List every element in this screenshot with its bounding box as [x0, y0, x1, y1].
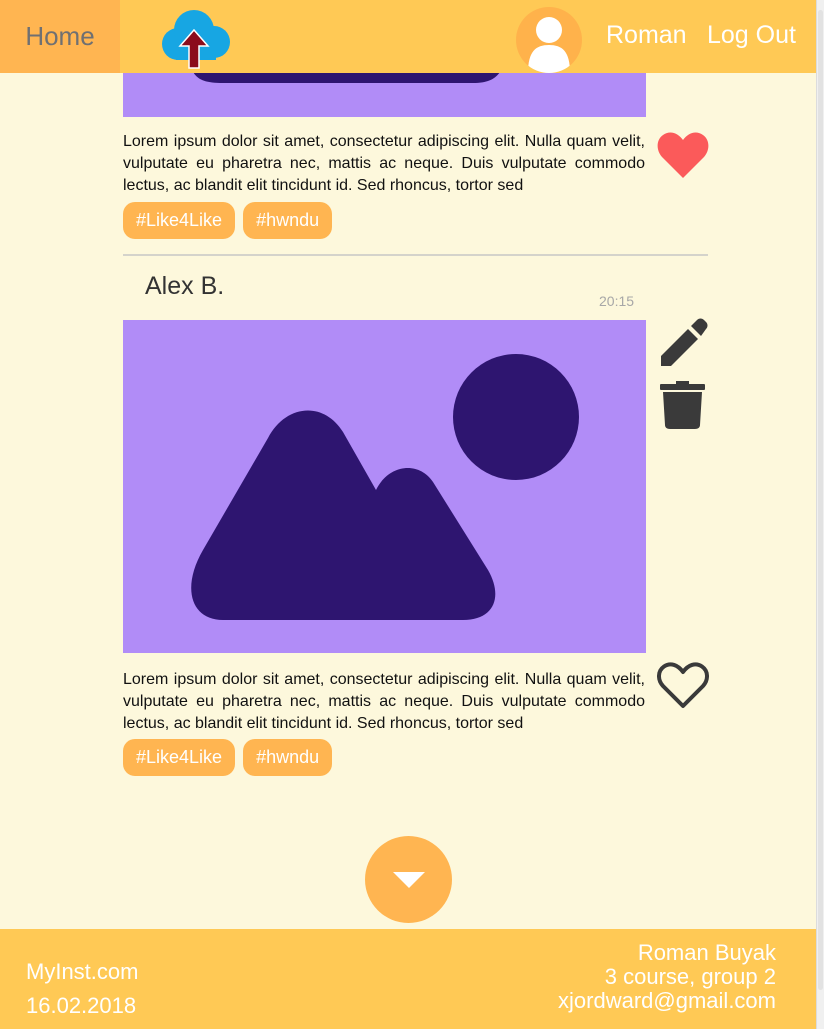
footer-date: 16.02.2018: [26, 993, 137, 1018]
footer-course: 3 course, group 2: [604, 964, 776, 989]
post-tags: #Like4Like #hwndu: [123, 202, 333, 239]
post-time: 20:15: [599, 293, 635, 309]
home-button[interactable]: Home: [0, 0, 120, 73]
post-tags: #Like4Like #hwndu: [123, 739, 333, 776]
heart-outline-icon[interactable]: [657, 662, 709, 710]
heart-filled-icon[interactable]: [657, 132, 709, 180]
chevron-down-icon: [392, 871, 425, 888]
image-placeholder-icon: [193, 73, 500, 83]
post-divider: [123, 254, 708, 256]
tag[interactable]: #hwndu: [243, 202, 333, 239]
cloud-upload-icon[interactable]: [156, 6, 236, 70]
logout-button[interactable]: Log Out: [707, 21, 796, 50]
load-more-button[interactable]: [365, 836, 452, 923]
tag[interactable]: #hwndu: [243, 739, 333, 776]
footer-contact: Roman Buyak 3 course, group 2 xjordward@…: [558, 941, 776, 1013]
post-description: Lorem ipsum dolor sit amet, consectetur …: [123, 671, 645, 732]
tag[interactable]: #Like4Like: [123, 202, 236, 239]
footer-author-name: Roman Buyak: [637, 940, 776, 965]
post-image[interactable]: [123, 73, 646, 117]
user-avatar[interactable]: [516, 7, 582, 73]
post-image[interactable]: [123, 320, 646, 653]
post-description: Lorem ipsum dolor sit amet, consectetur …: [123, 133, 645, 194]
page-scrollbar[interactable]: [816, 0, 824, 1029]
footer-email[interactable]: xjordward@gmail.com: [558, 989, 776, 1013]
scrollbar-thumb[interactable]: [818, 10, 823, 990]
top-header: Home Roman Log Out: [0, 0, 816, 73]
post-author[interactable]: Alex B.: [145, 272, 224, 301]
footer-site-name: MyInst.com: [26, 959, 139, 984]
tag[interactable]: #Like4Like: [123, 739, 236, 776]
pencil-icon[interactable]: [658, 318, 708, 368]
trash-icon[interactable]: [660, 381, 705, 429]
page-footer: MyInst.com 16.02.2018 Roman Buyak 3 cour…: [0, 929, 816, 1029]
user-avatar-icon: [528, 17, 570, 73]
image-placeholder-icon: [191, 354, 579, 620]
header-username[interactable]: Roman: [606, 21, 687, 50]
